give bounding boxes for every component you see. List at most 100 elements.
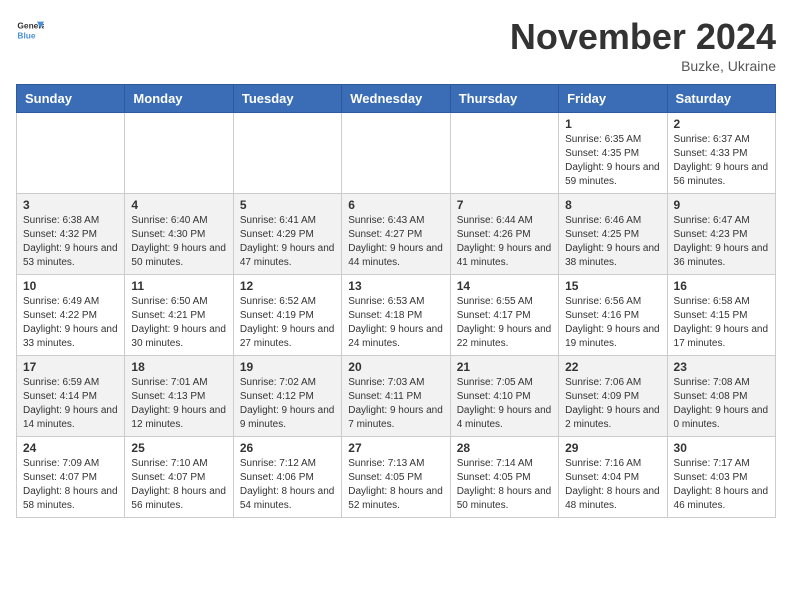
- day-number: 20: [348, 360, 443, 374]
- calendar-week-row: 10 Sunrise: 6:49 AM Sunset: 4:22 PM Dayli…: [17, 275, 776, 356]
- day-info: Sunrise: 7:17 AM Sunset: 4:03 PM Dayligh…: [674, 457, 769, 513]
- svg-text:Blue: Blue: [17, 30, 35, 40]
- day-number: 23: [674, 360, 769, 374]
- day-info: Sunrise: 6:50 AM Sunset: 4:21 PM Dayligh…: [131, 295, 226, 351]
- day-info: Sunrise: 6:44 AM Sunset: 4:26 PM Dayligh…: [457, 214, 552, 270]
- day-of-week-header: Friday: [559, 85, 667, 113]
- calendar-day-cell: 28Sunrise: 7:14 AM Sunset: 4:05 PM Dayli…: [450, 437, 558, 518]
- day-of-week-header: Tuesday: [233, 85, 341, 113]
- calendar-day-cell: 2 Sunrise: 6:37 AM Sunset: 4:33 PM Daylig…: [667, 113, 775, 194]
- calendar-day-cell: [450, 113, 558, 194]
- calendar-day-cell: 12 Sunrise: 6:52 AM Sunset: 4:19 PM Dayli…: [233, 275, 341, 356]
- calendar-day-cell: 5Sunrise: 6:41 AM Sunset: 4:29 PM Daylig…: [233, 194, 341, 275]
- calendar-day-cell: [342, 113, 450, 194]
- logo: General Blue: [16, 16, 44, 44]
- day-number: 26: [240, 441, 335, 455]
- calendar-day-cell: 27Sunrise: 7:13 AM Sunset: 4:05 PM Dayli…: [342, 437, 450, 518]
- calendar-day-cell: 21Sunrise: 7:05 AM Sunset: 4:10 PM Dayli…: [450, 356, 558, 437]
- day-of-week-header: Sunday: [17, 85, 125, 113]
- day-number: 17: [23, 360, 118, 374]
- calendar-day-cell: 22 Sunrise: 7:06 AM Sunset: 4:09 PM Dayli…: [559, 356, 667, 437]
- calendar-day-cell: 19 Sunrise: 7:02 AM Sunset: 4:12 PM Dayli…: [233, 356, 341, 437]
- day-number: 13: [348, 279, 443, 293]
- day-info: Sunrise: 7:01 AM Sunset: 4:13 PM Dayligh…: [131, 376, 226, 432]
- day-number: 3: [23, 198, 118, 212]
- day-number: 21: [457, 360, 552, 374]
- calendar-day-cell: 10 Sunrise: 6:49 AM Sunset: 4:22 PM Dayli…: [17, 275, 125, 356]
- day-of-week-header: Wednesday: [342, 85, 450, 113]
- day-info: Sunrise: 6:35 AM Sunset: 4:35 PM Dayligh…: [565, 133, 660, 189]
- day-info: Sunrise: 6:59 AM Sunset: 4:14 PM Dayligh…: [23, 376, 118, 432]
- day-number: 19: [240, 360, 335, 374]
- calendar-day-cell: 4 Sunrise: 6:40 AM Sunset: 4:30 PM Daylig…: [125, 194, 233, 275]
- day-of-week-header: Monday: [125, 85, 233, 113]
- calendar-day-cell: 24 Sunrise: 7:09 AM Sunset: 4:07 PM Dayli…: [17, 437, 125, 518]
- day-info: Sunrise: 6:47 AM Sunset: 4:23 PM Dayligh…: [674, 214, 769, 270]
- calendar-day-cell: 16Sunrise: 6:58 AM Sunset: 4:15 PM Dayli…: [667, 275, 775, 356]
- title-block: November 2024 Buzke, Ukraine: [510, 16, 776, 74]
- day-info: Sunrise: 6:38 AM Sunset: 4:32 PM Dayligh…: [23, 214, 118, 270]
- day-info: Sunrise: 6:43 AM Sunset: 4:27 PM Dayligh…: [348, 214, 443, 270]
- page-header: General Blue November 2024 Buzke, Ukrain…: [16, 16, 776, 74]
- day-number: 12: [240, 279, 335, 293]
- day-number: 6: [348, 198, 443, 212]
- day-number: 18: [131, 360, 226, 374]
- day-number: 8: [565, 198, 660, 212]
- calendar-day-cell: 20Sunrise: 7:03 AM Sunset: 4:11 PM Dayli…: [342, 356, 450, 437]
- day-info: Sunrise: 6:55 AM Sunset: 4:17 PM Dayligh…: [457, 295, 552, 351]
- calendar-day-cell: 29 Sunrise: 7:16 AM Sunset: 4:04 PM Dayli…: [559, 437, 667, 518]
- day-info: Sunrise: 7:09 AM Sunset: 4:07 PM Dayligh…: [23, 457, 118, 513]
- day-info: Sunrise: 7:06 AM Sunset: 4:09 PM Dayligh…: [565, 376, 660, 432]
- calendar-day-cell: 23Sunrise: 7:08 AM Sunset: 4:08 PM Dayli…: [667, 356, 775, 437]
- location-subtitle: Buzke, Ukraine: [510, 58, 776, 74]
- calendar-day-cell: [125, 113, 233, 194]
- day-info: Sunrise: 7:02 AM Sunset: 4:12 PM Dayligh…: [240, 376, 335, 432]
- day-info: Sunrise: 6:58 AM Sunset: 4:15 PM Dayligh…: [674, 295, 769, 351]
- day-info: Sunrise: 7:16 AM Sunset: 4:04 PM Dayligh…: [565, 457, 660, 513]
- calendar-header-row: SundayMondayTuesdayWednesdayThursdayFrid…: [17, 85, 776, 113]
- calendar-day-cell: 26Sunrise: 7:12 AM Sunset: 4:06 PM Dayli…: [233, 437, 341, 518]
- day-number: 7: [457, 198, 552, 212]
- day-number: 29: [565, 441, 660, 455]
- day-number: 4: [131, 198, 226, 212]
- day-info: Sunrise: 6:56 AM Sunset: 4:16 PM Dayligh…: [565, 295, 660, 351]
- calendar-day-cell: 18 Sunrise: 7:01 AM Sunset: 4:13 PM Dayli…: [125, 356, 233, 437]
- day-number: 2: [674, 117, 769, 131]
- calendar-week-row: 17 Sunrise: 6:59 AM Sunset: 4:14 PM Dayli…: [17, 356, 776, 437]
- calendar-day-cell: 6 Sunrise: 6:43 AM Sunset: 4:27 PM Daylig…: [342, 194, 450, 275]
- calendar-week-row: 24 Sunrise: 7:09 AM Sunset: 4:07 PM Dayli…: [17, 437, 776, 518]
- calendar-day-cell: 8 Sunrise: 6:46 AM Sunset: 4:25 PM Daylig…: [559, 194, 667, 275]
- day-number: 30: [674, 441, 769, 455]
- day-info: Sunrise: 6:52 AM Sunset: 4:19 PM Dayligh…: [240, 295, 335, 351]
- calendar-day-cell: 30 Sunrise: 7:17 AM Sunset: 4:03 PM Dayli…: [667, 437, 775, 518]
- day-info: Sunrise: 6:46 AM Sunset: 4:25 PM Dayligh…: [565, 214, 660, 270]
- day-of-week-header: Thursday: [450, 85, 558, 113]
- calendar-day-cell: [17, 113, 125, 194]
- day-number: 10: [23, 279, 118, 293]
- day-number: 15: [565, 279, 660, 293]
- calendar-week-row: 3 Sunrise: 6:38 AM Sunset: 4:32 PM Daylig…: [17, 194, 776, 275]
- day-info: Sunrise: 6:40 AM Sunset: 4:30 PM Dayligh…: [131, 214, 226, 270]
- calendar-table: SundayMondayTuesdayWednesdayThursdayFrid…: [16, 84, 776, 518]
- calendar-day-cell: [233, 113, 341, 194]
- calendar-day-cell: 13Sunrise: 6:53 AM Sunset: 4:18 PM Dayli…: [342, 275, 450, 356]
- day-info: Sunrise: 7:13 AM Sunset: 4:05 PM Dayligh…: [348, 457, 443, 513]
- calendar-day-cell: 15 Sunrise: 6:56 AM Sunset: 4:16 PM Dayli…: [559, 275, 667, 356]
- day-number: 5: [240, 198, 335, 212]
- calendar-day-cell: 11 Sunrise: 6:50 AM Sunset: 4:21 PM Dayli…: [125, 275, 233, 356]
- day-number: 22: [565, 360, 660, 374]
- calendar-day-cell: 14 Sunrise: 6:55 AM Sunset: 4:17 PM Dayli…: [450, 275, 558, 356]
- month-title: November 2024: [510, 16, 776, 58]
- day-number: 24: [23, 441, 118, 455]
- day-number: 25: [131, 441, 226, 455]
- day-number: 28: [457, 441, 552, 455]
- calendar-day-cell: 1Sunrise: 6:35 AM Sunset: 4:35 PM Daylig…: [559, 113, 667, 194]
- day-number: 9: [674, 198, 769, 212]
- day-number: 14: [457, 279, 552, 293]
- logo-icon: General Blue: [16, 16, 44, 44]
- day-info: Sunrise: 6:49 AM Sunset: 4:22 PM Dayligh…: [23, 295, 118, 351]
- calendar-day-cell: 25Sunrise: 7:10 AM Sunset: 4:07 PM Dayli…: [125, 437, 233, 518]
- calendar-day-cell: 7 Sunrise: 6:44 AM Sunset: 4:26 PM Daylig…: [450, 194, 558, 275]
- day-info: Sunrise: 6:37 AM Sunset: 4:33 PM Dayligh…: [674, 133, 769, 189]
- day-number: 11: [131, 279, 226, 293]
